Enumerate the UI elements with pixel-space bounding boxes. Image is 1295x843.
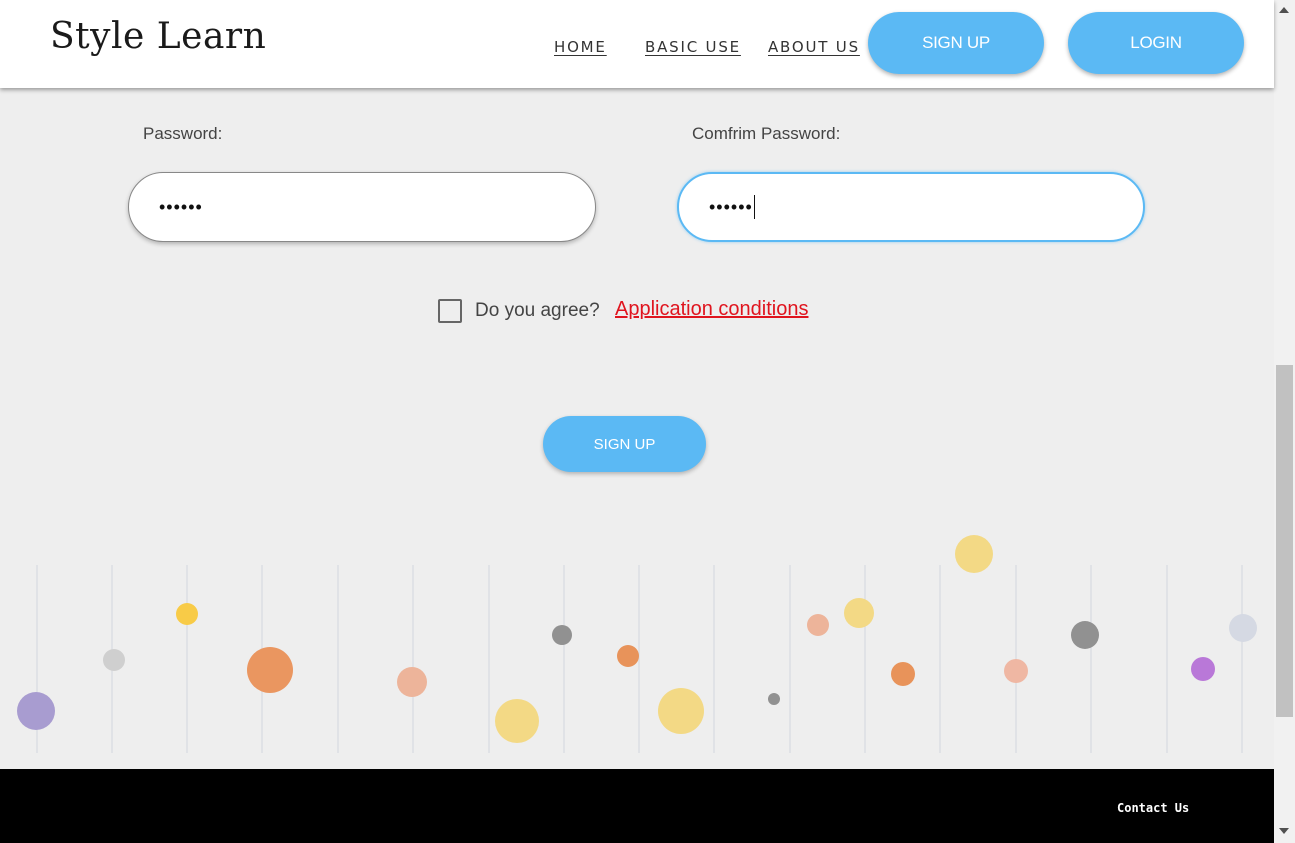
- password-label: Password:: [143, 124, 223, 143]
- nav-about-us[interactable]: ABOUT US: [768, 38, 860, 56]
- nav-basic-use[interactable]: BASIC USE: [645, 38, 741, 56]
- decor-bubbles: [17, 535, 1257, 743]
- agree-checkbox[interactable]: [438, 299, 462, 323]
- text-caret: [753, 195, 755, 219]
- agree-label: Do you agree?: [475, 300, 600, 321]
- nav-home[interactable]: HOME: [554, 38, 607, 56]
- decorative-bubbles: [17, 535, 1257, 753]
- header-login-button[interactable]: LOGIN: [1068, 12, 1244, 74]
- application-conditions-link[interactable]: Application conditions: [615, 298, 808, 321]
- decor-lines: [36, 565, 1243, 753]
- confirm-password-field[interactable]: ••••••: [677, 172, 1145, 242]
- footer: Contact Us: [0, 769, 1274, 843]
- password-field[interactable]: ••••••: [128, 172, 596, 242]
- password-value: ••••••: [159, 196, 203, 217]
- scroll-thumb[interactable]: [1276, 365, 1293, 717]
- header-signup-button[interactable]: SIGN UP: [868, 12, 1044, 74]
- scroll-up-icon[interactable]: [1279, 7, 1289, 13]
- header: Style Learn HOME BASIC USE ABOUT US SIGN…: [0, 0, 1274, 88]
- contact-us-link[interactable]: Contact Us: [1117, 801, 1189, 815]
- scroll-down-icon[interactable]: [1279, 828, 1289, 834]
- page-scrollbar[interactable]: [1274, 0, 1295, 843]
- signup-submit-button[interactable]: SIGN UP: [543, 416, 706, 472]
- confirm-password-label: Comfrim Password:: [692, 124, 841, 143]
- confirm-password-value: ••••••: [709, 196, 753, 217]
- logo[interactable]: Style Learn: [50, 16, 266, 57]
